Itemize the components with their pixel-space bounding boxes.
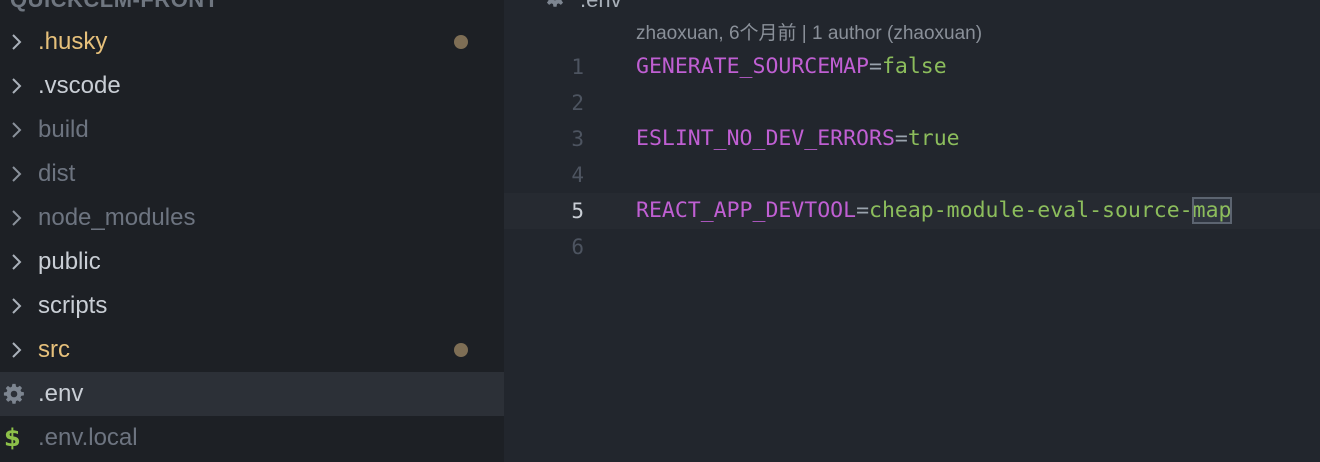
tree-item-label: src bbox=[38, 336, 70, 363]
env-key: REACT_APP_DEVTOOL bbox=[636, 198, 857, 223]
tree-item-env[interactable]: .env bbox=[0, 372, 504, 416]
equals-sign: = bbox=[869, 54, 882, 79]
line-number: 2 bbox=[571, 91, 584, 115]
line-number: 1 bbox=[571, 55, 584, 79]
code-text: REACT_APP_DEVTOOL=cheap-module-eval-sour… bbox=[636, 193, 1233, 229]
code-line-current[interactable]: 5 REACT_APP_DEVTOOL=cheap-module-eval-so… bbox=[504, 193, 1320, 229]
tree-item-scripts[interactable]: scripts bbox=[0, 284, 504, 328]
line-number: 6 bbox=[571, 235, 584, 259]
code-text: ESLINT_NO_DEV_ERRORS=true bbox=[636, 121, 960, 157]
tree-item-label: .env bbox=[38, 380, 84, 407]
chevron-right-icon bbox=[8, 297, 26, 315]
tree-item-label: .vscode bbox=[38, 72, 121, 99]
chevron-right-icon bbox=[8, 253, 26, 271]
env-value: cheap-module-eval-source- bbox=[869, 198, 1193, 223]
tree-item-husky[interactable]: .husky bbox=[0, 20, 504, 64]
tree-item-vscode[interactable]: .vscode bbox=[0, 64, 504, 108]
gear-icon bbox=[2, 382, 26, 406]
code-line[interactable]: 3 ESLINT_NO_DEV_ERRORS=true bbox=[504, 121, 1320, 157]
env-key: ESLINT_NO_DEV_ERRORS bbox=[636, 126, 895, 151]
code-line[interactable]: 1 GENERATE_SOURCEMAP=false bbox=[504, 49, 1320, 85]
env-value: false bbox=[881, 54, 947, 79]
modified-dot-icon bbox=[454, 35, 468, 49]
git-blame-annotation[interactable]: zhaoxuan, 6个月前 | 1 author (zhaoxuan) bbox=[636, 20, 982, 48]
breadcrumb-file[interactable]: .env bbox=[580, 0, 622, 14]
code-line[interactable]: 2 bbox=[504, 85, 1320, 121]
env-value: true bbox=[907, 126, 960, 151]
chevron-right-icon bbox=[8, 341, 26, 359]
explorer-title: QUICKCLM-FRONT bbox=[10, 0, 219, 15]
code-line[interactable]: 4 bbox=[504, 157, 1320, 193]
tree-item-public[interactable]: public bbox=[0, 240, 504, 284]
line-number: 5 bbox=[571, 199, 584, 223]
tree-item-label: .env.local bbox=[38, 424, 138, 451]
tree-item-env-local[interactable]: $ .env.local bbox=[0, 416, 504, 460]
line-number: 4 bbox=[571, 163, 584, 187]
chevron-right-icon bbox=[8, 165, 26, 183]
chevron-right-icon bbox=[8, 33, 26, 51]
tree-item-build[interactable]: build bbox=[0, 108, 504, 152]
env-key: GENERATE_SOURCEMAP bbox=[636, 54, 869, 79]
code-text: GENERATE_SOURCEMAP=false bbox=[636, 49, 947, 85]
gear-icon bbox=[544, 0, 568, 10]
equals-sign: = bbox=[856, 198, 870, 223]
line-number: 3 bbox=[571, 127, 584, 151]
tree-item-label: public bbox=[38, 248, 101, 275]
tree-item-label: build bbox=[38, 116, 89, 143]
explorer-sidebar: QUICKCLM-FRONT .husky .vscode build dist… bbox=[0, 0, 504, 462]
tree-item-label: .husky bbox=[38, 28, 108, 55]
chevron-right-icon bbox=[8, 121, 26, 139]
chevron-right-icon bbox=[8, 77, 26, 95]
dollar-icon: $ bbox=[4, 424, 21, 452]
tree-item-label: dist bbox=[38, 160, 76, 187]
code-editor[interactable]: .env zhaoxuan, 6个月前 | 1 author (zhaoxuan… bbox=[504, 0, 1320, 462]
tree-item-label: scripts bbox=[38, 292, 108, 319]
code-line[interactable]: 6 bbox=[504, 229, 1320, 265]
modified-dot-icon bbox=[454, 343, 468, 357]
tree-item-node-modules[interactable]: node_modules bbox=[0, 196, 504, 240]
selection-highlight: map bbox=[1191, 197, 1233, 224]
tree-item-src[interactable]: src bbox=[0, 328, 504, 372]
tree-item-label: node_modules bbox=[38, 204, 196, 231]
tree-item-dist[interactable]: dist bbox=[0, 152, 504, 196]
chevron-right-icon bbox=[8, 209, 26, 227]
equals-sign: = bbox=[894, 126, 908, 151]
